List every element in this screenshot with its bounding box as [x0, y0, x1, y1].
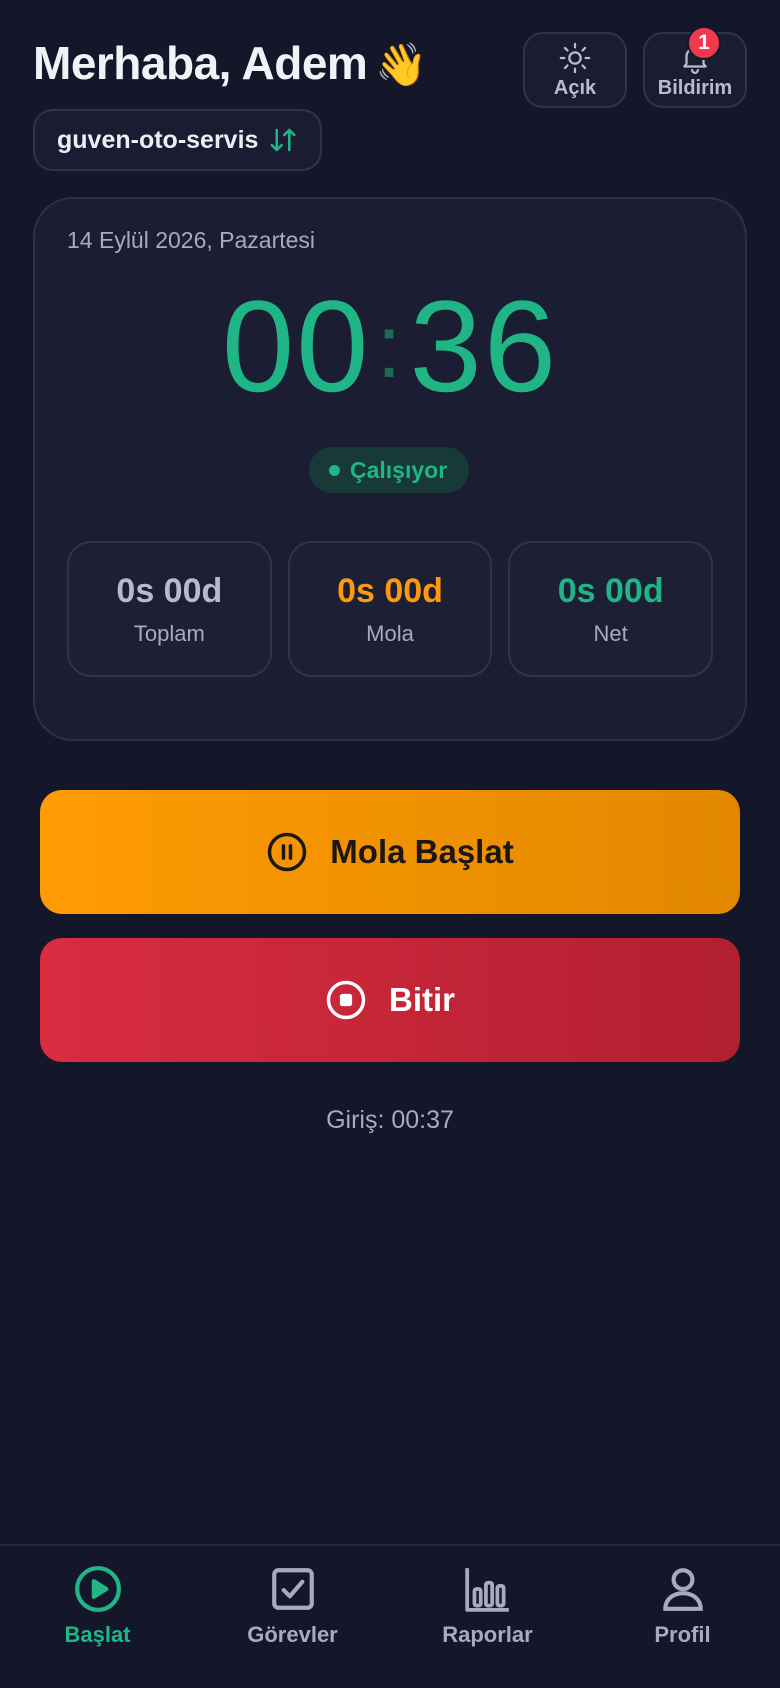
stat-break-value: 0s 00d	[337, 571, 443, 610]
elapsed-clock: 00:36	[35, 271, 745, 421]
clock-minutes: 36	[409, 273, 559, 419]
stat-break-label: Mola	[366, 620, 414, 646]
notification-count-badge: 1	[687, 26, 721, 60]
tab-reports[interactable]: Raporlar	[390, 1546, 585, 1688]
bar-chart-icon	[464, 1568, 509, 1612]
login-time: Giriş: 00:37	[326, 1106, 454, 1134]
tab-reports-label: Raporlar	[442, 1622, 533, 1647]
clock-hours: 00	[221, 273, 371, 419]
notifications-label: Bildirim	[657, 76, 733, 99]
stat-total-label: Toplam	[133, 620, 205, 646]
timer-card: 14 Eylül 2026, Pazartesi 00:36 Çalışıyor…	[33, 197, 747, 741]
tab-profile[interactable]: Profil	[585, 1546, 780, 1688]
tab-profile-label: Profil	[654, 1622, 711, 1647]
stat-break: 0s 00d Mola	[287, 541, 493, 677]
organization-switcher[interactable]: guven-oto-servis	[33, 109, 323, 171]
stats-row: 0s 00d Toplam 0s 00d Mola 0s 00d Net	[67, 541, 714, 677]
status-badge: Çalışıyor	[309, 447, 470, 493]
start-break-label: Mola Başlat	[330, 833, 514, 870]
checkbox-icon	[271, 1568, 314, 1610]
notifications-button[interactable]: Bildirim 1	[643, 26, 747, 108]
current-date: 14 Eylül 2026, Pazartesi	[67, 227, 316, 253]
start-break-button[interactable]: Mola Başlat	[40, 790, 740, 914]
pause-circle-icon	[268, 832, 307, 872]
greeting-title: Merhaba, Adem 👋	[33, 36, 428, 90]
tab-start-label: Başlat	[64, 1622, 131, 1647]
finish-button[interactable]: Bitir	[40, 938, 740, 1062]
theme-toggle-button[interactable]: Açık	[523, 32, 627, 108]
user-icon	[662, 1568, 703, 1611]
bottom-tab-bar: Başlat Görevler Raporlar Profil	[0, 1544, 780, 1688]
stat-net: 0s 00d Net	[508, 541, 714, 677]
wave-emoji: 👋	[375, 41, 428, 88]
play-circle-icon	[74, 1566, 121, 1612]
header: Merhaba, Adem 👋 Açık Bildirim 1	[33, 26, 747, 108]
stat-net-value: 0s 00d	[557, 571, 664, 610]
status-text: Çalışıyor	[350, 456, 448, 483]
sun-icon	[559, 42, 591, 73]
tab-tasks[interactable]: Görevler	[195, 1546, 390, 1688]
status-dot-icon	[329, 464, 340, 476]
theme-toggle-label: Açık	[553, 76, 597, 99]
swap-arrows-icon	[270, 128, 296, 152]
stop-circle-icon	[326, 980, 366, 1020]
tab-start[interactable]: Başlat	[0, 1546, 195, 1688]
greeting-text: Merhaba, Adem	[33, 37, 368, 89]
stat-total-value: 0s 00d	[116, 571, 223, 610]
finish-label: Bitir	[389, 981, 455, 1018]
clock-separator: :	[376, 297, 404, 397]
stat-net-label: Net	[593, 620, 628, 646]
organization-name: guven-oto-servis	[57, 125, 259, 154]
stat-total: 0s 00d Toplam	[67, 541, 272, 677]
tab-tasks-label: Görevler	[247, 1622, 338, 1647]
